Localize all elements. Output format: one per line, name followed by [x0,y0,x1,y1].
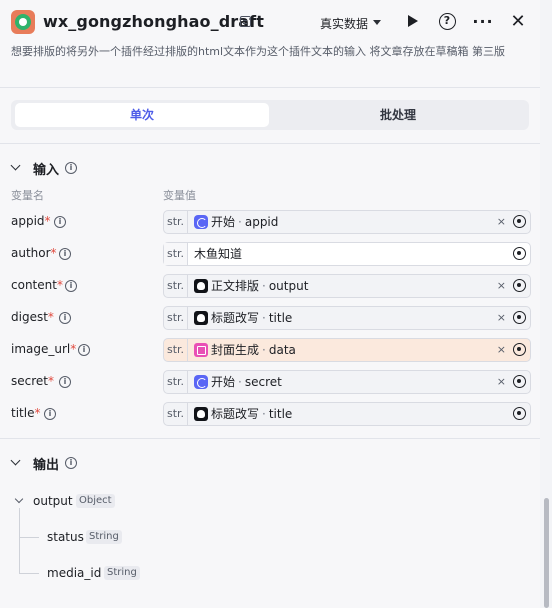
info-icon[interactable]: i [59,248,71,260]
reference-chip: 开始 · appid [211,215,279,229]
variable-picker-icon[interactable] [513,247,526,260]
chevron-down-icon[interactable] [15,496,23,504]
start-node-icon [194,375,208,389]
type-badge: Object [76,494,115,508]
reference-chip: 标题改写 · title [211,311,293,325]
variable-picker-icon[interactable] [513,407,526,420]
node-title: wx_gongzhonghao_draft [43,12,264,31]
help-button[interactable]: ? [437,11,457,31]
plugin-node-icon [194,279,208,293]
help-icon: ? [438,12,456,30]
type-label: str. [164,243,188,265]
param-field-digest[interactable]: str. 标题改写 · title × [163,306,531,330]
more-icon: ··· [472,11,494,31]
param-field-content[interactable]: str. 正文排版 · output × [163,274,531,298]
output-field-name: status [47,530,84,544]
type-badge: String [104,566,140,580]
param-label-image-url: image_url* [11,342,77,356]
type-label: str. [164,211,188,233]
param-label-appid: appid* [11,214,51,228]
variable-picker-icon[interactable] [513,215,526,228]
clear-icon[interactable]: × [497,275,506,297]
tree-connector [19,508,20,574]
plugin-node-icon [194,407,208,421]
edit-icon[interactable] [240,16,251,27]
tree-connector [19,573,39,574]
node-panel: wx_gongzhonghao_draft 真实数据 ? ··· ✕ 想要排版的… [0,0,540,608]
type-label: str. [164,371,188,393]
plugin-node-icon [194,311,208,325]
info-icon[interactable]: i [59,312,71,324]
info-icon[interactable]: i [44,408,56,420]
info-icon[interactable]: i [78,344,90,356]
reference-chip: 封面生成 · data [211,343,296,357]
output-section-title: 输出 [33,458,60,473]
param-label-digest: digest* [11,310,54,324]
info-icon[interactable]: i [54,216,66,228]
node-description: 想要排版的将另外一个插件经过排版的html文本作为这个插件文本的输入 将文章存放… [11,45,506,58]
tab-batch[interactable]: 批处理 [271,103,525,127]
app-icon [11,10,35,34]
run-mode-tabs: 单次 批处理 [11,100,529,130]
clear-icon[interactable]: × [497,339,506,361]
param-field-appid[interactable]: str. 开始 · appid × [163,210,531,234]
data-mode-select[interactable]: 真实数据 [320,15,368,32]
play-button[interactable] [401,11,421,31]
param-label-title: title* [11,406,41,420]
play-icon [407,15,418,27]
chevron-down-icon[interactable] [373,20,381,25]
chevron-down-icon[interactable] [11,457,21,467]
param-label-author: author* [11,246,57,260]
more-button[interactable]: ··· [472,11,494,31]
panel-header: wx_gongzhonghao_draft 真实数据 ? ··· ✕ [0,0,540,44]
type-label: str. [164,403,188,425]
scrollbar-thumb[interactable] [544,498,549,608]
type-label: str. [164,275,188,297]
reference-chip: 正文排版 · output [211,279,309,293]
column-header-name: 变量名 [11,189,44,202]
param-label-content: content* [11,278,63,292]
variable-picker-icon[interactable] [513,279,526,292]
divider [0,87,540,88]
type-badge: String [86,530,122,544]
clear-icon[interactable]: × [497,371,506,393]
chevron-down-icon[interactable] [11,162,21,172]
param-label-secret: secret* [11,374,54,388]
tab-single[interactable]: 单次 [15,103,269,127]
reference-chip: 开始 · secret [211,375,282,389]
clear-icon[interactable]: × [497,307,506,329]
divider [0,143,540,144]
text-value[interactable]: 木鱼知道 [194,243,242,265]
info-icon[interactable]: i [59,376,71,388]
info-icon[interactable]: i [65,280,77,292]
divider [0,438,540,439]
type-label: str. [164,339,188,361]
variable-picker-icon[interactable] [513,311,526,324]
tree-connector [19,537,39,538]
output-field-name: media_id [47,566,102,580]
info-icon[interactable]: i [65,162,77,174]
close-button[interactable]: ✕ [508,10,528,32]
type-label: str. [164,307,188,329]
param-field-author[interactable]: str. 木鱼知道 [163,242,531,266]
info-icon[interactable]: i [65,457,77,469]
param-field-title[interactable]: str. 标题改写 · title [163,402,531,426]
input-section-title: 输入 [33,163,60,178]
clear-icon[interactable]: × [497,211,506,233]
close-icon: ✕ [510,10,526,32]
reference-chip: 标题改写 · title [211,407,293,421]
variable-picker-icon[interactable] [513,343,526,356]
image-node-icon [194,343,208,357]
column-header-value: 变量值 [163,189,196,202]
output-field-name: output [33,494,73,508]
param-field-image-url[interactable]: str. 封面生成 · data × [163,338,531,362]
param-field-secret[interactable]: str. 开始 · secret × [163,370,531,394]
start-node-icon [194,215,208,229]
variable-picker-icon[interactable] [513,375,526,388]
